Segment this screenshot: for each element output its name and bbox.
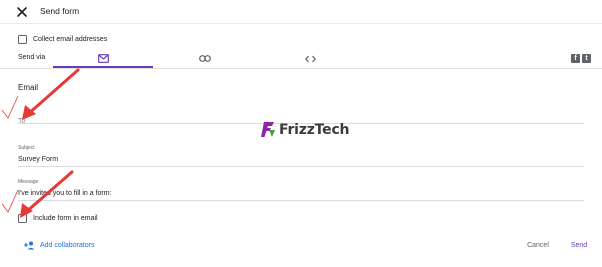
subject-input[interactable]: Survey Form <box>18 156 58 163</box>
annotation-arrow-to <box>25 68 80 117</box>
twitter-icon[interactable]: t <box>582 54 591 63</box>
email-section-title: Email <box>18 83 39 92</box>
add-collaborators-label: Add collaborators <box>40 242 95 249</box>
send-via-bar: Send via f t <box>0 49 602 69</box>
include-form-label: Include form in email <box>33 214 98 222</box>
close-icon[interactable] <box>15 5 29 19</box>
message-underline <box>18 200 584 201</box>
cancel-button[interactable]: Cancel <box>520 238 556 252</box>
include-form-option[interactable]: Include form in email <box>18 212 98 224</box>
add-collaborators-button[interactable]: Add collaborators <box>24 241 94 250</box>
code-icon <box>304 55 316 62</box>
tab-link[interactable] <box>155 49 255 68</box>
send-button[interactable]: Send <box>563 238 595 252</box>
subject-underline <box>18 166 584 167</box>
message-input[interactable]: I've invited you to fill in a form: <box>18 190 112 197</box>
annotation-check-mark-2 <box>1 189 19 213</box>
dialog-title: Send form <box>40 6 80 16</box>
collect-email-label: Collect email addresses <box>33 35 108 43</box>
subject-label: Subject <box>18 145 35 151</box>
tab-embed[interactable] <box>260 49 360 68</box>
facebook-icon[interactable]: f <box>571 54 580 63</box>
frizztech-logo-icon <box>261 122 275 137</box>
annotation-check-mark <box>1 95 19 119</box>
include-form-checkbox[interactable] <box>18 213 27 223</box>
link-icon <box>199 55 211 62</box>
dialog-header: Send form <box>0 0 602 24</box>
mail-icon <box>97 54 109 63</box>
send-via-label: Send via <box>18 54 46 61</box>
message-label: Message <box>18 179 39 185</box>
collect-email-checkbox[interactable] <box>18 34 27 44</box>
collect-email-option[interactable]: Collect email addresses <box>18 33 107 45</box>
person-add-icon <box>24 241 35 250</box>
frizztech-watermark: FrizzTech <box>260 121 350 138</box>
active-tab-indicator <box>53 66 153 68</box>
watermark-text: FrizzTech <box>279 121 350 138</box>
